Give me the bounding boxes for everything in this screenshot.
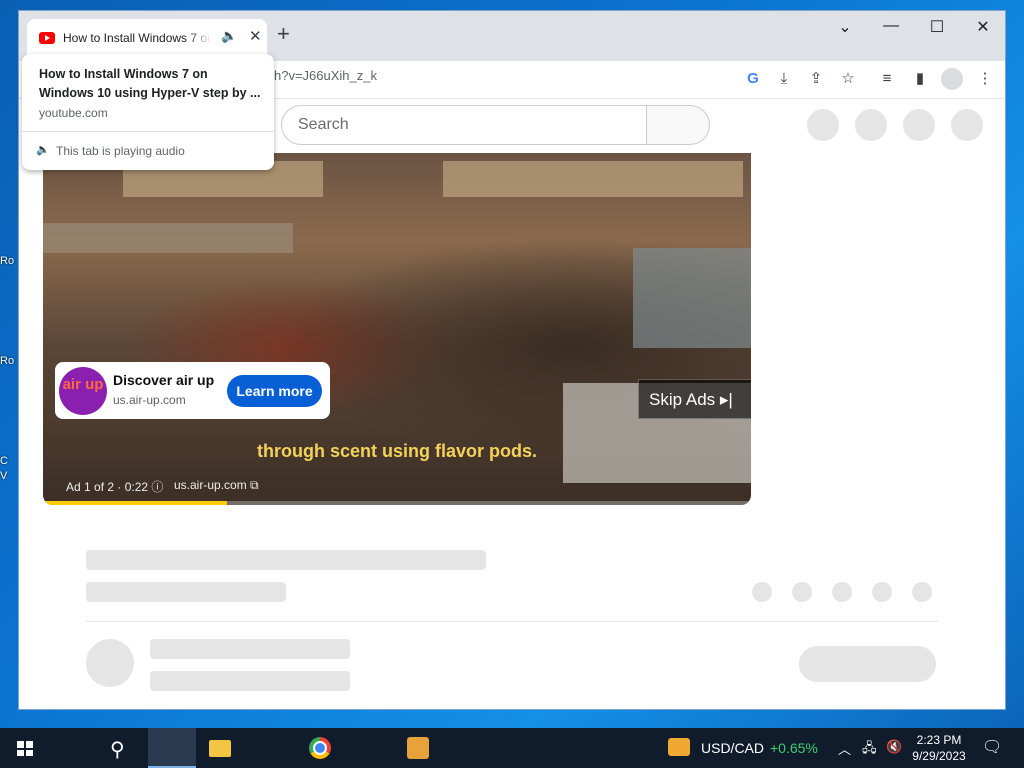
clock-date: 9/29/2023 [912, 749, 966, 763]
desktop-icon-fragment[interactable]: C [0, 455, 18, 467]
address-bar[interactable]: h?v=J66uXih_z_k [274, 68, 377, 83]
skip-next-icon: ▸| [719, 390, 733, 409]
skeleton-action [872, 582, 892, 602]
google-icon[interactable]: G [742, 68, 764, 90]
desktop-icon-label: V [0, 470, 8, 482]
start-button[interactable] [0, 728, 48, 768]
ad-info-domain: us.air-up.com [174, 478, 247, 492]
info-icon[interactable]: ⓘ [151, 480, 163, 494]
search-button[interactable]: ⚲ [48, 728, 125, 768]
ad-domain: us.air-up.com [113, 393, 186, 407]
ad-overlay-card[interactable]: air up Discover air up us.air-up.com Lea… [55, 362, 330, 419]
youtube-icon [39, 32, 55, 44]
skip-ads-label: Skip Ads [649, 390, 716, 409]
currency-change[interactable]: +0.65% [770, 740, 818, 756]
desktop-icon-fragment[interactable]: Ro [0, 355, 18, 367]
ad-info-text: Ad 1 of 2 · 0:22 [66, 480, 149, 494]
maximize-button[interactable]: ☐ [914, 17, 960, 37]
notification-icon[interactable]: 🗨 [982, 737, 1002, 757]
bookmark-star-icon[interactable]: ☆ [837, 68, 859, 90]
skeleton-subtitle [86, 582, 286, 602]
tab-hover-card: How to Install Windows 7 on Windows 10 u… [22, 54, 274, 170]
video-player[interactable]: air up Discover air up us.air-up.com Lea… [43, 153, 751, 505]
ad-info: Ad 1 of 2 · 0:22 ⓘ [66, 478, 163, 495]
ad-title: Discover air up [113, 372, 215, 388]
desktop-icon-fragment[interactable]: V [0, 470, 18, 482]
close-tab-icon[interactable]: ✕ [249, 27, 262, 45]
side-panel-icon[interactable]: ▮ [909, 68, 931, 90]
placeholder-icon[interactable] [903, 109, 935, 141]
menu-kebab-icon[interactable]: ⋮ [974, 68, 996, 90]
ad-info-link[interactable]: us.air-up.com ⧉ [174, 478, 259, 493]
chevron-up-icon[interactable]: ︿ [838, 739, 851, 758]
skeleton-action [752, 582, 772, 602]
desktop-icon-label: Ro [0, 355, 15, 367]
chrome-icon [309, 737, 331, 759]
minimize-button[interactable]: — [868, 17, 914, 35]
file-explorer-button[interactable] [98, 728, 231, 768]
skeleton-action [912, 582, 932, 602]
profile-avatar-icon[interactable] [941, 68, 963, 90]
volume-muted-icon[interactable]: 🔇 [886, 739, 902, 755]
ad-progress-fill [43, 501, 228, 505]
media-control-icon[interactable]: ≡ [876, 68, 898, 90]
learn-more-button[interactable]: Learn more [227, 375, 322, 407]
new-tab-button[interactable]: + [277, 22, 290, 46]
search-button[interactable] [646, 105, 710, 145]
placeholder-icon[interactable] [951, 109, 983, 141]
placeholder-icon[interactable] [807, 109, 839, 141]
currency-widget-icon[interactable] [668, 738, 690, 756]
skeleton-channel [150, 639, 350, 659]
skeleton-subs [150, 671, 350, 691]
chrome-taskbar-button[interactable] [148, 728, 331, 768]
clock[interactable]: 2:23 PM 9/29/2023 [906, 732, 972, 764]
placeholder-icon[interactable] [855, 109, 887, 141]
install-app-icon[interactable]: ⤓ [773, 68, 795, 90]
app-icon [407, 737, 429, 759]
hover-card-title: How to Install Windows 7 on Windows 10 u… [39, 67, 261, 100]
tab-search-button[interactable]: ⌄ [822, 17, 868, 37]
divider [86, 621, 938, 622]
divider [22, 131, 274, 132]
network-icon[interactable]: 🖧 [862, 739, 877, 761]
hover-card-domain: youtube.com [39, 106, 108, 120]
close-window-button[interactable]: ✕ [960, 17, 1006, 37]
search-input[interactable]: Search [281, 105, 647, 145]
tab-title: How to Install Windows 7 on Windows 10 u… [63, 31, 211, 45]
desktop-icon-fragment[interactable]: Ro [0, 255, 18, 267]
external-link-icon: ⧉ [250, 478, 259, 492]
ad-progress-bar[interactable] [43, 501, 751, 505]
desktop-icon-label: C [0, 455, 8, 467]
skeleton-action [832, 582, 852, 602]
share-icon[interactable]: ⇪ [805, 68, 827, 90]
desktop-icon-label: Ro [0, 255, 15, 267]
skeleton-action [792, 582, 812, 602]
speaker-icon: 🔈 [36, 144, 50, 156]
taskbar: ⚲ USD/CAD +0.65% ︿ 🖧 🔇 2:23 PM 9/29/2023… [0, 728, 1024, 768]
hover-card-audio-note: This tab is playing audio [56, 144, 185, 158]
skeleton-subscribe [799, 646, 936, 682]
skeleton-title [86, 550, 486, 570]
skip-ads-button[interactable]: Skip Ads ▸| [638, 379, 751, 419]
app-taskbar-button[interactable] [197, 728, 429, 768]
video-caption: through scent using flavor pods. [256, 441, 537, 461]
clock-time: 2:23 PM [916, 733, 962, 747]
windows-icon [17, 741, 33, 756]
speaker-icon[interactable]: 🔈 [221, 28, 237, 44]
skeleton-avatar [86, 639, 134, 687]
air-up-logo: air up [59, 367, 107, 415]
currency-pair[interactable]: USD/CAD [701, 740, 764, 756]
